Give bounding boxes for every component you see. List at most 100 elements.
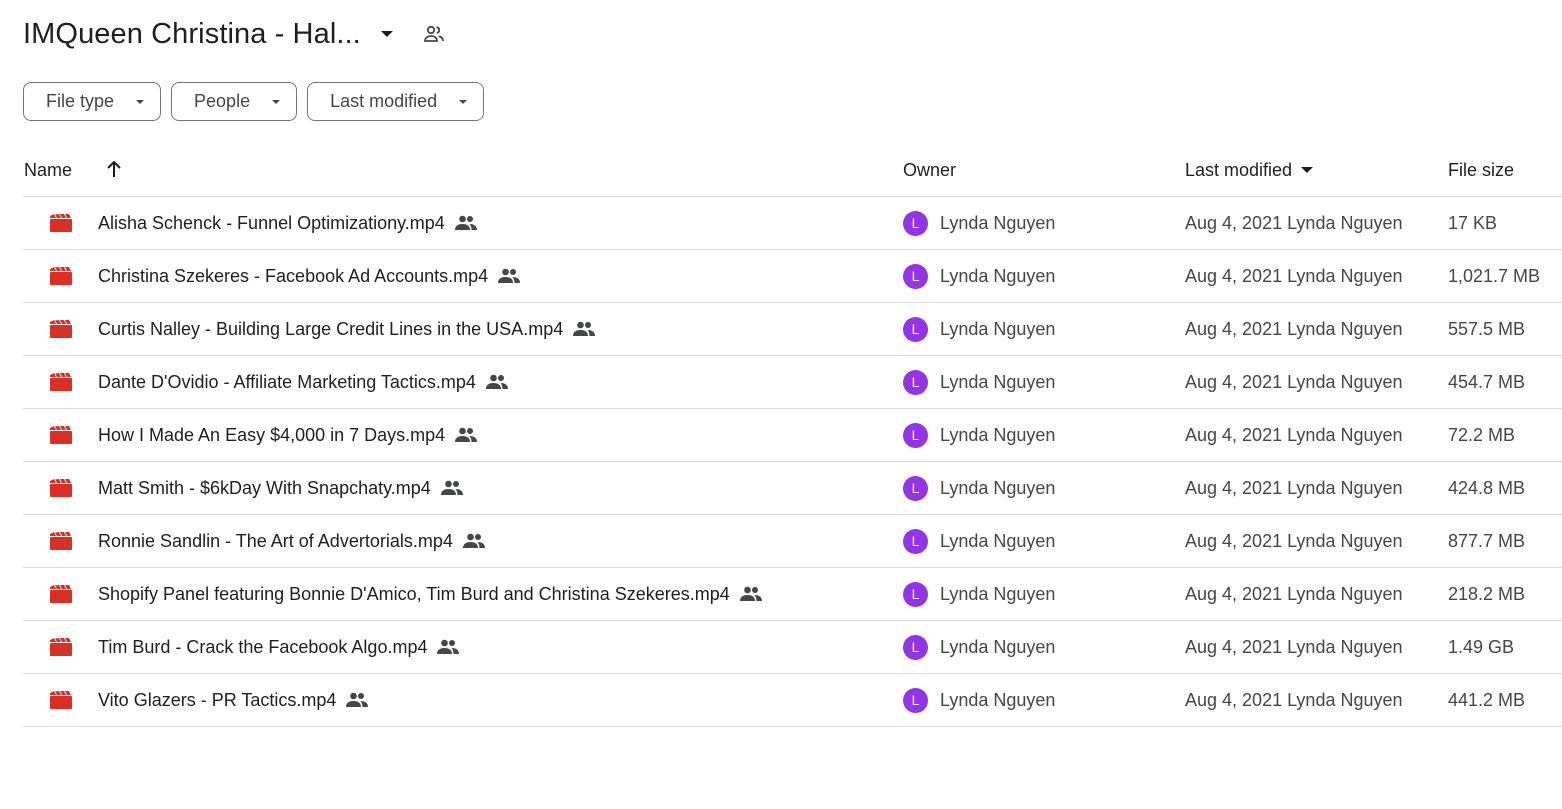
people-icon (440, 479, 465, 497)
file-name[interactable]: Shopify Panel featuring Bonnie D'Amico, … (98, 584, 730, 605)
last-modified-cell: Aug 4, 2021 Lynda Nguyen (1185, 371, 1403, 392)
table-row[interactable]: Vito Glazers - PR Tactics.mp4 L Lynda Ng… (23, 674, 1562, 727)
video-file-icon (50, 356, 72, 408)
people-icon (739, 585, 764, 603)
table-row[interactable]: Ronnie Sandlin - The Art of Advertorials… (23, 515, 1562, 568)
avatar[interactable]: L (903, 528, 928, 554)
file-name[interactable]: Matt Smith - $6kDay With Snapchaty.mp4 (98, 478, 431, 499)
arrow-drop-down-icon[interactable] (378, 25, 396, 43)
owner-name: Lynda Nguyen (940, 530, 1056, 551)
video-file-icon (50, 462, 72, 514)
video-file-icon (50, 568, 72, 620)
file-name[interactable]: Curtis Nalley - Building Large Credit Li… (98, 319, 563, 340)
owner-cell: L Lynda Nguyen (903, 568, 1055, 620)
table-row[interactable]: Dante D'Ovidio - Affiliate Marketing Tac… (23, 356, 1562, 409)
last-modified-filter[interactable]: Last modified (307, 82, 485, 121)
file-name-cell: Vito Glazers - PR Tactics.mp4 (98, 674, 370, 726)
owner-cell: L Lynda Nguyen (903, 197, 1055, 249)
column-header-owner: Owner (903, 159, 957, 180)
avatar[interactable]: L (903, 475, 928, 501)
file-list: Name Owner Last modified File size Alish… (23, 144, 1562, 727)
owner-name: Lynda Nguyen (940, 371, 1056, 392)
last-modified-cell: Aug 4, 2021 Lynda Nguyen (1185, 424, 1403, 445)
people-icon (485, 373, 510, 391)
owner-name: Lynda Nguyen (940, 477, 1056, 498)
file-name-cell: Matt Smith - $6kDay With Snapchaty.mp4 (98, 462, 465, 514)
owner-name: Lynda Nguyen (940, 212, 1056, 233)
table-row[interactable]: Christina Szekeres - Facebook Ad Account… (23, 250, 1562, 303)
file-name-cell: How I Made An Easy $4,000 in 7 Days.mp4 (98, 409, 479, 461)
avatar[interactable]: L (903, 369, 928, 395)
file-size-cell: 441.2 MB (1448, 689, 1526, 710)
last-modified-cell: Aug 4, 2021 Lynda Nguyen (1185, 583, 1403, 604)
table-row[interactable]: Matt Smith - $6kDay With Snapchaty.mp4 L… (23, 462, 1562, 515)
table-row[interactable]: Curtis Nalley - Building Large Credit Li… (23, 303, 1562, 356)
file-size-cell: 454.7 MB (1448, 371, 1526, 392)
column-header-label: Last modified (1185, 159, 1293, 180)
file-rows: Alisha Schenck - Funnel Optimizationy.mp… (23, 197, 1562, 727)
table-header: Name Owner Last modified File size (23, 144, 1562, 197)
file-name[interactable]: Dante D'Ovidio - Affiliate Marketing Tac… (98, 372, 476, 393)
file-type-filter[interactable]: File type (23, 82, 162, 121)
owner-name: Lynda Nguyen (940, 689, 1056, 710)
file-name[interactable]: Tim Burd - Crack the Facebook Algo.mp4 (98, 637, 427, 658)
avatar[interactable]: L (903, 422, 928, 448)
people-icon (437, 638, 461, 656)
avatar[interactable]: L (903, 210, 928, 236)
owner-name: Lynda Nguyen (940, 265, 1056, 286)
table-row[interactable]: Alisha Schenck - Funnel Optimizationy.mp… (23, 197, 1562, 250)
people-icon (462, 532, 487, 550)
owner-name: Lynda Nguyen (940, 424, 1056, 445)
owner-cell: L Lynda Nguyen (903, 250, 1055, 302)
last-modified-cell: Aug 4, 2021 Lynda Nguyen (1185, 689, 1403, 710)
people-filter[interactable]: People (171, 82, 298, 121)
last-modified-cell: Aug 4, 2021 Lynda Nguyen (1185, 636, 1403, 657)
avatar[interactable]: L (903, 687, 928, 713)
folder-title[interactable]: IMQueen Christina - Hal... (23, 18, 361, 51)
table-row[interactable]: Tim Burd - Crack the Facebook Algo.mp4 L… (23, 621, 1562, 674)
people-icon (573, 320, 597, 338)
last-modified-cell: Aug 4, 2021 Lynda Nguyen (1185, 318, 1403, 339)
file-name[interactable]: Christina Szekeres - Facebook Ad Account… (98, 266, 488, 287)
avatar[interactable]: L (903, 634, 928, 660)
table-row[interactable]: How I Made An Easy $4,000 in 7 Days.mp4 … (23, 409, 1562, 462)
people-outline-icon[interactable] (422, 22, 446, 46)
owner-cell: L Lynda Nguyen (903, 674, 1055, 726)
avatar[interactable]: L (903, 263, 928, 289)
chevron-down-icon (134, 96, 146, 108)
file-name[interactable]: Ronnie Sandlin - The Art of Advertorials… (98, 531, 453, 552)
video-file-icon (50, 515, 72, 567)
file-name[interactable]: Alisha Schenck - Funnel Optimizationy.mp… (98, 213, 445, 234)
avatar[interactable]: L (903, 581, 928, 607)
file-name-cell: Alisha Schenck - Funnel Optimizationy.mp… (98, 197, 479, 249)
file-name[interactable]: Vito Glazers - PR Tactics.mp4 (98, 690, 336, 711)
video-file-icon (50, 197, 72, 249)
people-icon (455, 426, 479, 444)
file-name-cell: Christina Szekeres - Facebook Ad Account… (98, 250, 522, 302)
people-icon (454, 214, 479, 232)
filter-label: People (194, 91, 251, 111)
video-file-icon (50, 250, 72, 302)
file-size-cell: 17 KB (1448, 212, 1498, 233)
column-header-last-modified[interactable]: Last modified (1185, 144, 1314, 196)
file-name-cell: Ronnie Sandlin - The Art of Advertorials… (98, 515, 487, 567)
owner-cell: L Lynda Nguyen (903, 621, 1055, 673)
file-size-cell: 1.49 GB (1448, 636, 1515, 657)
last-modified-cell: Aug 4, 2021 Lynda Nguyen (1185, 530, 1403, 551)
file-size-cell: 1,021.7 MB (1448, 265, 1541, 286)
filter-label: Last modified (330, 91, 438, 111)
folder-header: IMQueen Christina - Hal... (23, 14, 446, 54)
file-name-cell: Tim Burd - Crack the Facebook Algo.mp4 (98, 621, 461, 673)
filter-label: File type (46, 91, 115, 111)
chevron-down-icon (270, 96, 282, 108)
column-header-name[interactable]: Name (24, 144, 72, 196)
avatar[interactable]: L (903, 316, 928, 342)
file-name[interactable]: How I Made An Easy $4,000 in 7 Days.mp4 (98, 425, 445, 446)
people-icon (498, 267, 522, 285)
video-file-icon (50, 674, 72, 726)
file-size-cell: 424.8 MB (1448, 477, 1526, 498)
table-row[interactable]: Shopify Panel featuring Bonnie D'Amico, … (23, 568, 1562, 621)
sort-ascending-icon[interactable] (103, 158, 125, 180)
owner-cell: L Lynda Nguyen (903, 303, 1055, 355)
file-name-cell: Shopify Panel featuring Bonnie D'Amico, … (98, 568, 764, 620)
